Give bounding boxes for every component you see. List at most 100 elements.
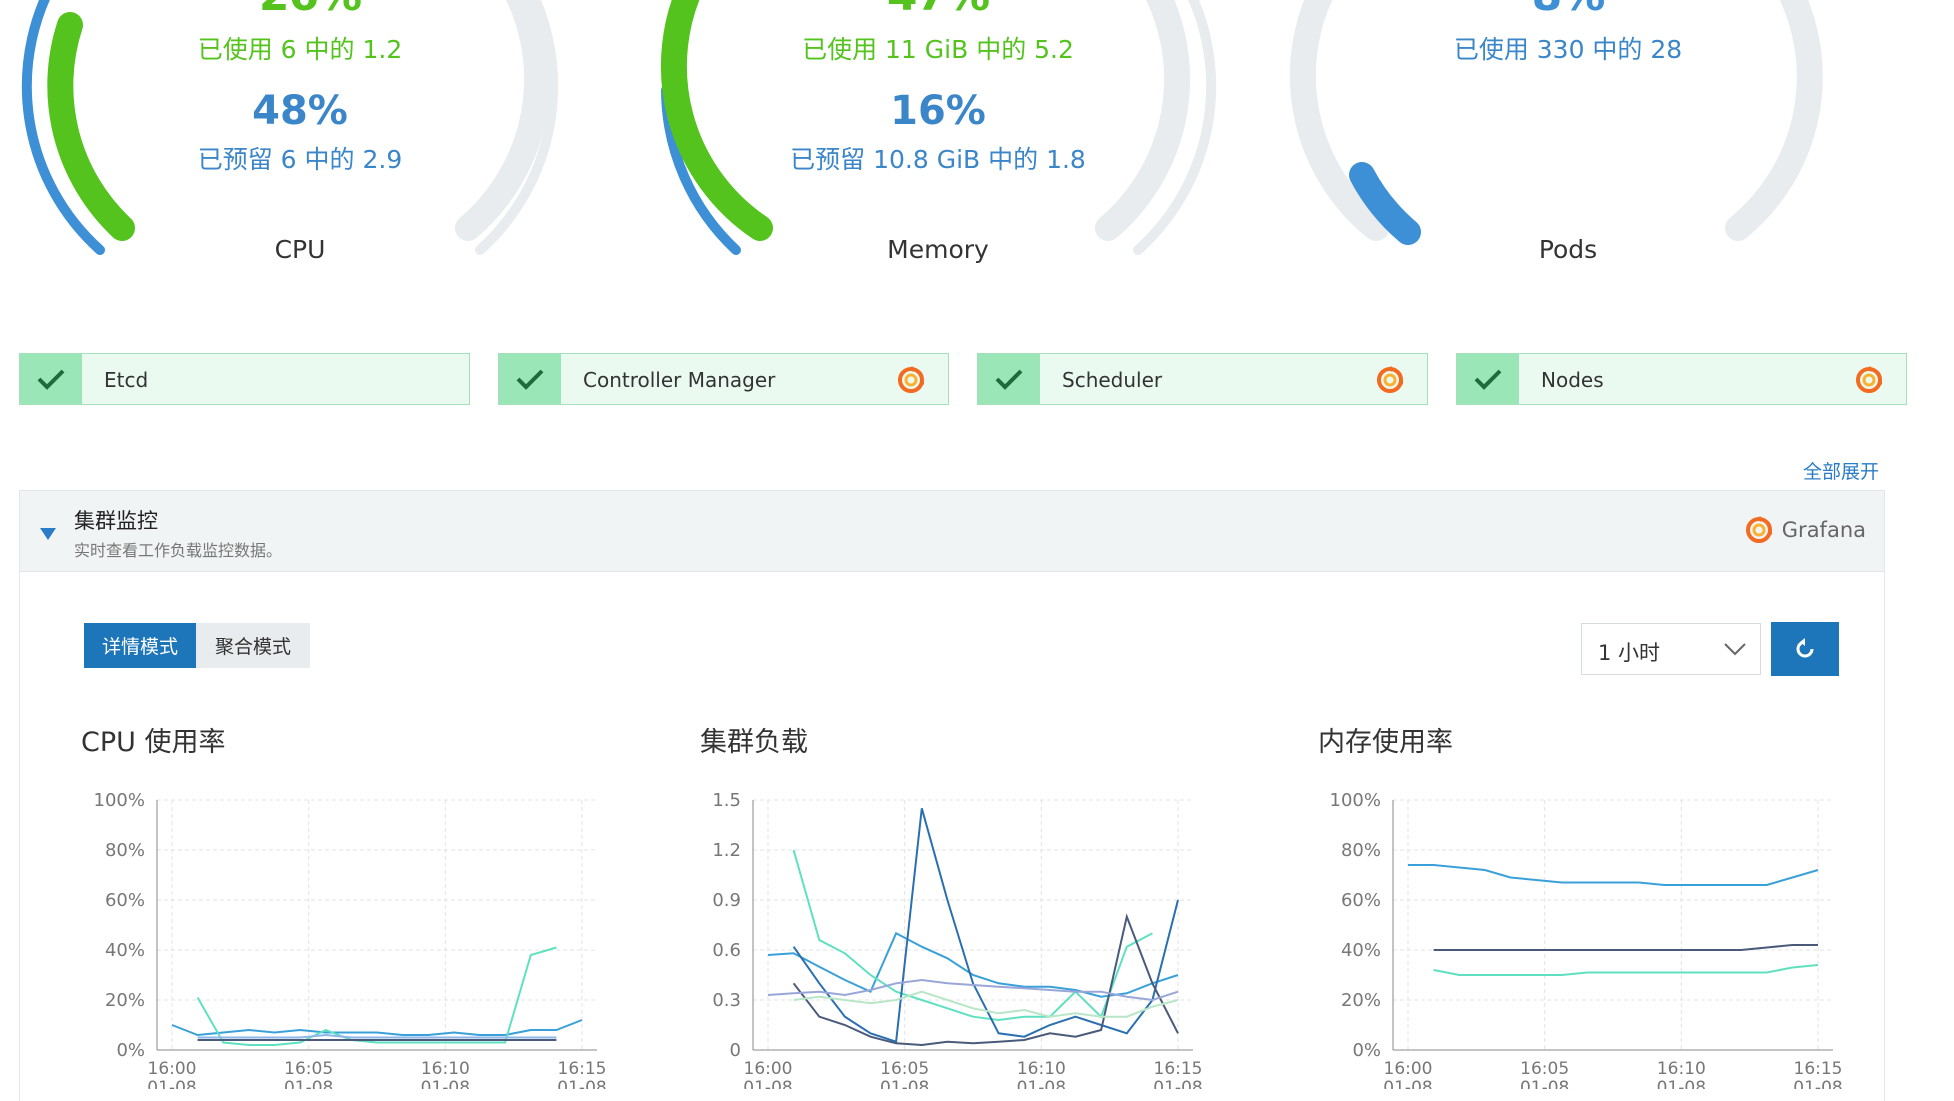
y-tick-label: 0%	[116, 1040, 145, 1061]
component-etcd: Etcd	[19, 353, 470, 405]
component-name: Nodes	[1541, 368, 1604, 392]
x-tick-date: 01-08	[284, 1078, 333, 1089]
cpu-gauge: 26% 已使用 6 中的 1.2 48% 已预留 6 中的 2.9 CPU	[0, 0, 620, 280]
series-line-0	[1408, 864, 1819, 886]
check-icon	[20, 354, 82, 404]
memory-top-value: 47%	[628, 0, 1248, 21]
refresh-icon	[1796, 638, 1814, 658]
y-tick-label: 40%	[105, 940, 145, 961]
x-tick-date: 01-08	[1520, 1078, 1569, 1089]
chart-title-memory: 内存使用率	[1318, 727, 1453, 758]
x-tick-date: 01-08	[1793, 1078, 1842, 1089]
x-tick-label: 16:15	[1794, 1059, 1843, 1079]
time-range-select[interactable]: 1 小时	[1581, 623, 1761, 675]
cpu-top-value: 26%	[0, 0, 620, 21]
y-tick-label: 0.6	[712, 940, 741, 961]
cpu-reserved-text: 已预留 6 中的 2.9	[197, 145, 403, 174]
monitor-subtitle: 实时查看工作负载监控数据。	[74, 541, 283, 560]
y-tick-label: 60%	[1341, 890, 1381, 911]
refresh-button[interactable]	[1771, 622, 1839, 676]
y-tick-label: 20%	[105, 990, 145, 1011]
caret-down-icon[interactable]	[40, 525, 56, 544]
x-tick-date: 01-08	[880, 1078, 929, 1089]
y-tick-label: 100%	[94, 790, 145, 811]
check-icon	[978, 354, 1040, 404]
component-scheduler: Scheduler	[977, 353, 1428, 405]
x-tick-label: 16:15	[558, 1059, 607, 1079]
x-tick-label: 16:00	[744, 1059, 793, 1079]
memory-reserved-text: 已预留 10.8 GiB 中的 1.8	[790, 145, 1086, 174]
memory-label: Memory	[887, 235, 989, 264]
memory-usage-chart: 100%80%60%40%20%0%16:0001-0816:0501-0816…	[1330, 790, 1843, 1089]
component-name: Etcd	[104, 368, 149, 392]
x-tick-date: 01-08	[1017, 1078, 1066, 1089]
chart-title-cpu: CPU 使用率	[81, 727, 226, 758]
grafana-link[interactable]: Grafana	[1744, 515, 1866, 545]
cpu-usage-chart: 100%80%60%40%20%0%16:0001-0816:0501-0816…	[94, 790, 607, 1089]
pods-label: Pods	[1538, 235, 1598, 264]
y-tick-label: 40%	[1341, 940, 1381, 961]
y-tick-label: 1.2	[712, 840, 741, 861]
x-tick-date: 01-08	[1657, 1078, 1706, 1089]
x-tick-label: 16:15	[1154, 1059, 1203, 1079]
chart-title-load: 集群负载	[700, 727, 808, 758]
cpu-used-text: 已使用 6 中的 1.2	[197, 35, 403, 64]
y-tick-label: 80%	[105, 840, 145, 861]
check-icon	[1457, 354, 1519, 404]
x-tick-label: 16:00	[1384, 1059, 1433, 1079]
series-line-2	[1433, 964, 1819, 976]
y-tick-label: 100%	[1330, 790, 1381, 811]
y-tick-label: 0.9	[712, 890, 741, 911]
x-tick-label: 16:05	[284, 1059, 333, 1079]
cluster-load-chart: 1.51.20.90.60.3016:0001-0816:0501-0816:1…	[712, 790, 1203, 1089]
series-line-0	[171, 1019, 583, 1037]
y-tick-label: 80%	[1341, 840, 1381, 861]
x-tick-date: 01-08	[1153, 1078, 1202, 1089]
y-tick-label: 0	[730, 1040, 741, 1061]
component-name: Scheduler	[1062, 368, 1163, 392]
x-tick-label: 16:10	[1017, 1059, 1066, 1079]
grafana-icon	[1745, 516, 1772, 543]
cpu-reserved-pct: 48%	[252, 88, 348, 134]
expand-all-link[interactable]: 全部展开	[1803, 457, 1879, 484]
component-name: Controller Manager	[583, 368, 776, 392]
x-tick-label: 16:10	[1657, 1059, 1706, 1079]
cpu-label: CPU	[274, 235, 326, 264]
x-tick-label: 16:05	[1520, 1059, 1569, 1079]
y-tick-label: 0%	[1352, 1040, 1381, 1061]
grafana-label: Grafana	[1781, 518, 1866, 542]
memory-used-text: 已使用 11 GiB 中的 5.2	[802, 35, 1074, 64]
y-tick-label: 0.3	[712, 990, 741, 1011]
chevron-down-icon	[1724, 643, 1746, 656]
series-line-3	[792, 913, 1179, 1047]
x-tick-label: 16:00	[148, 1059, 197, 1079]
x-tick-label: 16:05	[880, 1059, 929, 1079]
component-nodes: Nodes	[1456, 353, 1907, 405]
pods-gauge: 8% 已使用 330 中的 28 Pods	[1258, 0, 1878, 280]
check-icon	[499, 354, 561, 404]
monitor-title: 集群监控	[74, 509, 158, 533]
mode-detail-button[interactable]: 详情模式	[84, 623, 196, 668]
series-line-2	[792, 808, 1179, 1044]
y-tick-label: 20%	[1341, 990, 1381, 1011]
pods-used-text: 已使用 330 中的 28	[1453, 35, 1683, 64]
grafana-icon[interactable]	[1375, 365, 1405, 399]
time-range-value: 1 小时	[1598, 641, 1661, 665]
series-line-1	[1433, 944, 1818, 951]
y-tick-label: 1.5	[712, 790, 741, 811]
x-tick-label: 16:10	[421, 1059, 470, 1079]
x-tick-date: 01-08	[1383, 1078, 1432, 1089]
memory-gauge: 47% 已使用 11 GiB 中的 5.2 16% 已预留 10.8 GiB 中…	[624, 0, 1244, 280]
component-controller-manager: Controller Manager	[498, 353, 949, 405]
grafana-icon[interactable]	[1854, 365, 1884, 399]
cluster-monitor-header[interactable]: 集群监控 实时查看工作负载监控数据。 Grafana	[19, 490, 1885, 572]
y-tick-label: 60%	[105, 890, 145, 911]
x-tick-date: 01-08	[147, 1078, 196, 1089]
memory-reserved-pct: 16%	[890, 88, 986, 134]
mode-aggregate-button[interactable]: 聚合模式	[196, 623, 310, 668]
x-tick-date: 01-08	[421, 1078, 470, 1089]
x-tick-date: 01-08	[743, 1078, 792, 1089]
x-tick-date: 01-08	[557, 1078, 606, 1089]
pods-top-value: 8%	[1258, 0, 1878, 21]
grafana-icon[interactable]	[896, 365, 926, 399]
